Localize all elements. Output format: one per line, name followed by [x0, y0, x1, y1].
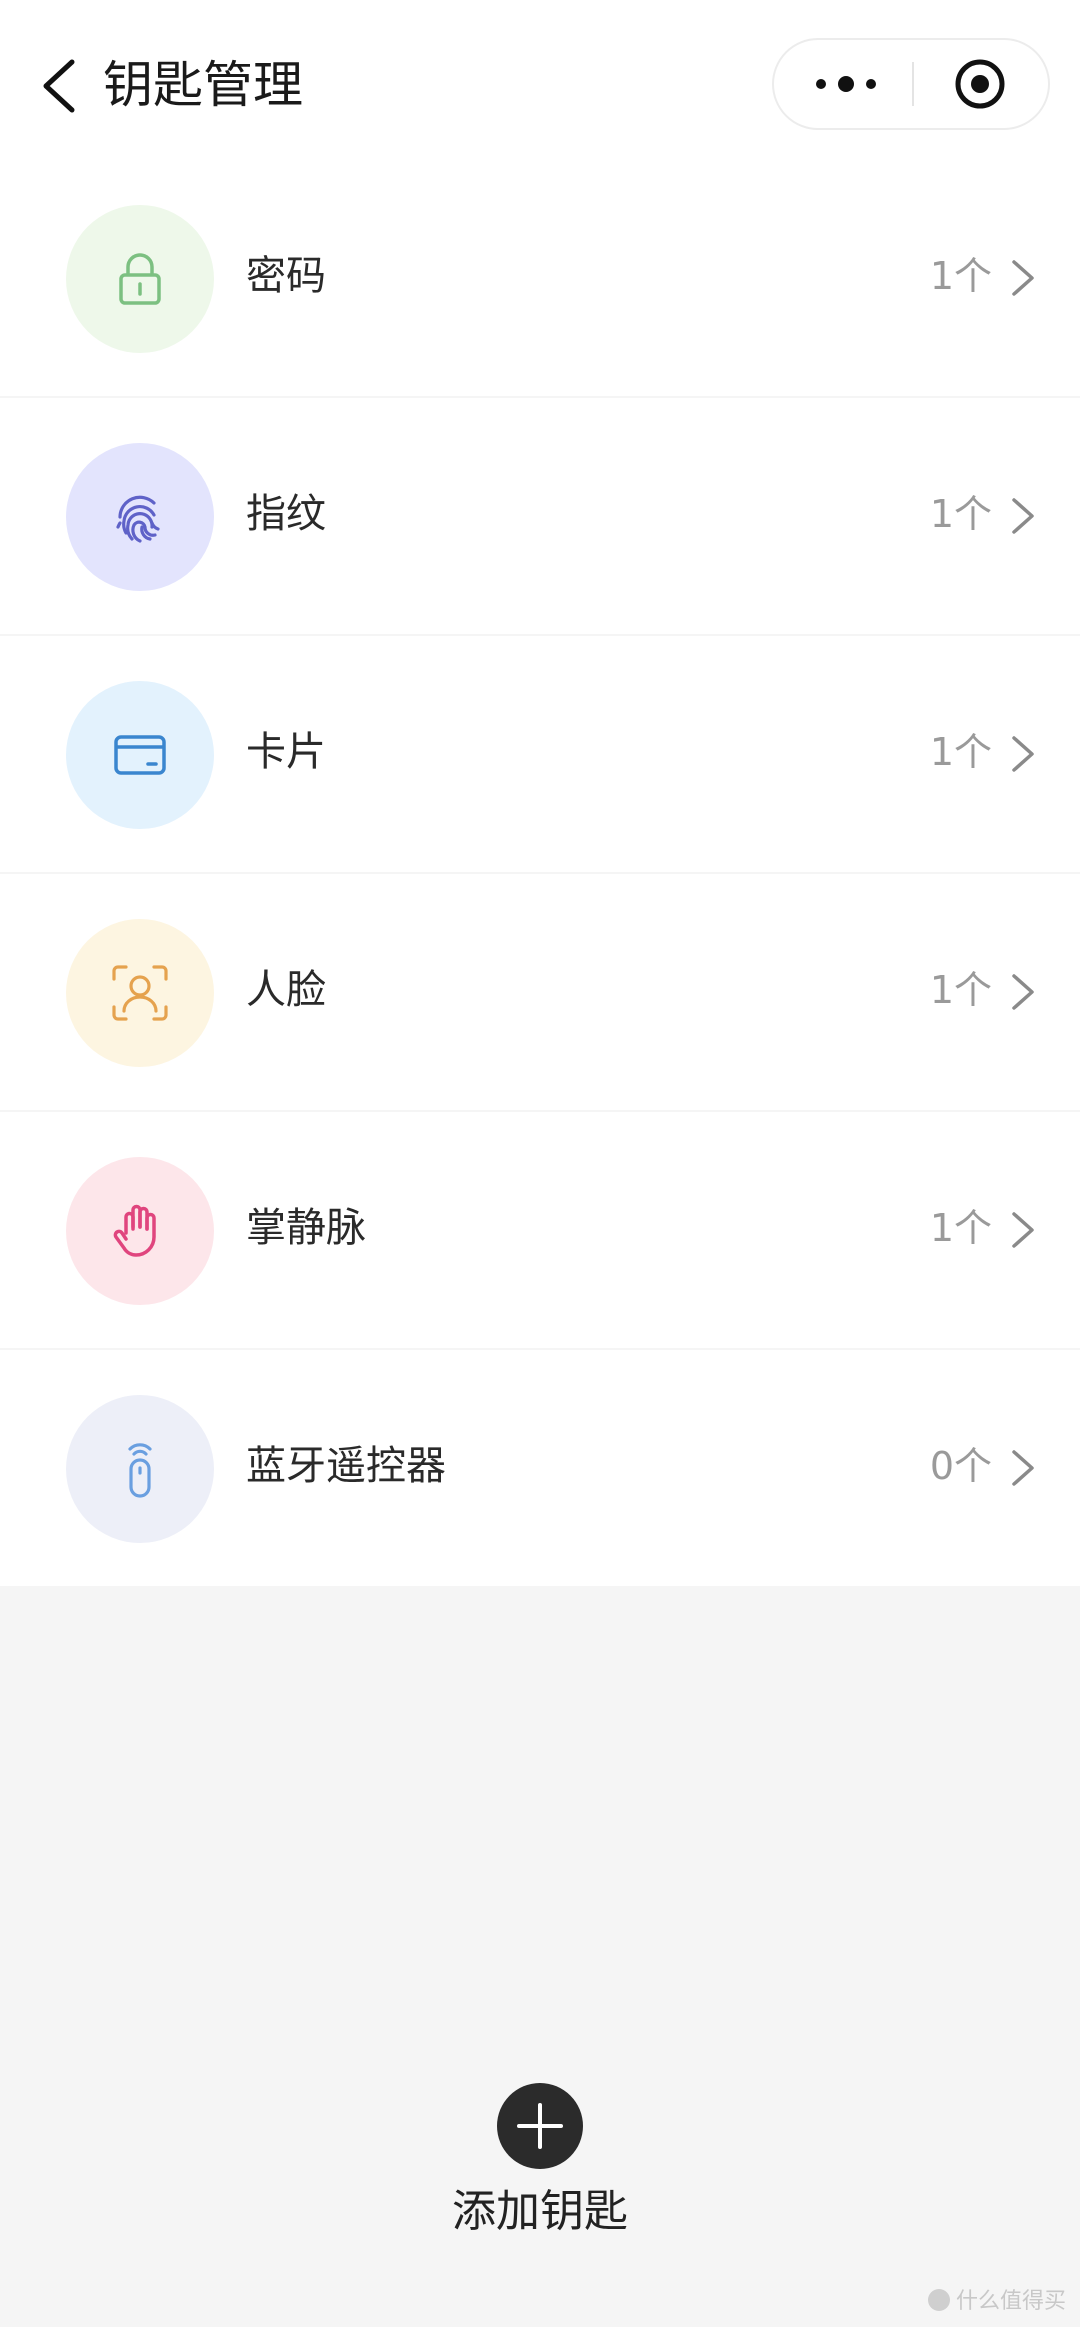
list-item-face[interactable]: 人脸 1个 [0, 874, 1080, 1110]
chevron-right-icon [1012, 1212, 1034, 1248]
watermark-text: 什么值得买 [955, 2289, 1066, 2314]
item-count: 1个 [929, 968, 992, 1012]
page-title: 钥匙管理 [103, 56, 303, 114]
add-key-label[interactable]: 添加钥匙 [0, 2182, 1080, 2242]
more-button[interactable] [774, 40, 912, 128]
item-count: 0个 [929, 1444, 992, 1488]
add-key-button[interactable] [497, 2083, 583, 2169]
chevron-right-icon [1012, 1450, 1034, 1486]
item-count: 1个 [929, 1206, 992, 1250]
back-button[interactable] [38, 58, 82, 114]
nav-bar: 钥匙管理 [0, 0, 1080, 170]
list-item-fingerprint[interactable]: 指纹 1个 [0, 398, 1080, 634]
key-type-list: 密码 1个 指纹 1个 卡片 1个 人脸 1个 掌静脉 1个 蓝牙遥控器 0个 [0, 160, 1080, 1586]
icon-badge [66, 681, 214, 829]
item-label: 人脸 [246, 967, 326, 1013]
remote-control-icon [128, 1443, 152, 1498]
close-button[interactable] [914, 40, 1050, 128]
palm-icon [113, 1204, 156, 1257]
icon-badge [66, 1395, 214, 1543]
item-label: 指纹 [246, 491, 326, 537]
face-scan-icon [112, 965, 168, 1021]
watermark-logo-icon [927, 2289, 950, 2311]
more-dots-icon [816, 76, 876, 92]
lock-icon [119, 253, 161, 305]
target-circle-icon [955, 59, 1005, 109]
chevron-left-icon [43, 59, 75, 113]
chevron-right-icon [1012, 736, 1034, 772]
list-item-bluetooth-remote[interactable]: 蓝牙遥控器 0个 [0, 1350, 1080, 1586]
list-item-password[interactable]: 密码 1个 [0, 160, 1080, 396]
item-label: 密码 [246, 253, 326, 299]
icon-badge [66, 1157, 214, 1305]
icon-badge [66, 205, 214, 353]
card-icon [114, 735, 166, 775]
fingerprint-icon [116, 495, 160, 543]
chevron-right-icon [1012, 974, 1034, 1010]
watermark: 什么值得买 [927, 2287, 1066, 2317]
chevron-right-icon [1012, 498, 1034, 534]
list-item-card[interactable]: 卡片 1个 [0, 636, 1080, 872]
item-count: 1个 [929, 492, 992, 536]
item-label: 卡片 [246, 729, 326, 775]
item-count: 1个 [929, 254, 992, 298]
mini-program-capsule [772, 38, 1050, 130]
chevron-right-icon [1012, 260, 1034, 296]
item-count: 1个 [929, 730, 992, 774]
icon-badge [66, 919, 214, 1067]
icon-badge [66, 443, 214, 591]
item-label: 蓝牙遥控器 [246, 1443, 446, 1489]
key-management-page: 钥匙管理 密码 1个 指纹 1个 卡片 1个 人脸 1个 掌静脉 1个 蓝牙遥控… [0, 0, 1080, 2327]
list-item-palm-vein[interactable]: 掌静脉 1个 [0, 1112, 1080, 1348]
item-label: 掌静脉 [246, 1205, 366, 1251]
